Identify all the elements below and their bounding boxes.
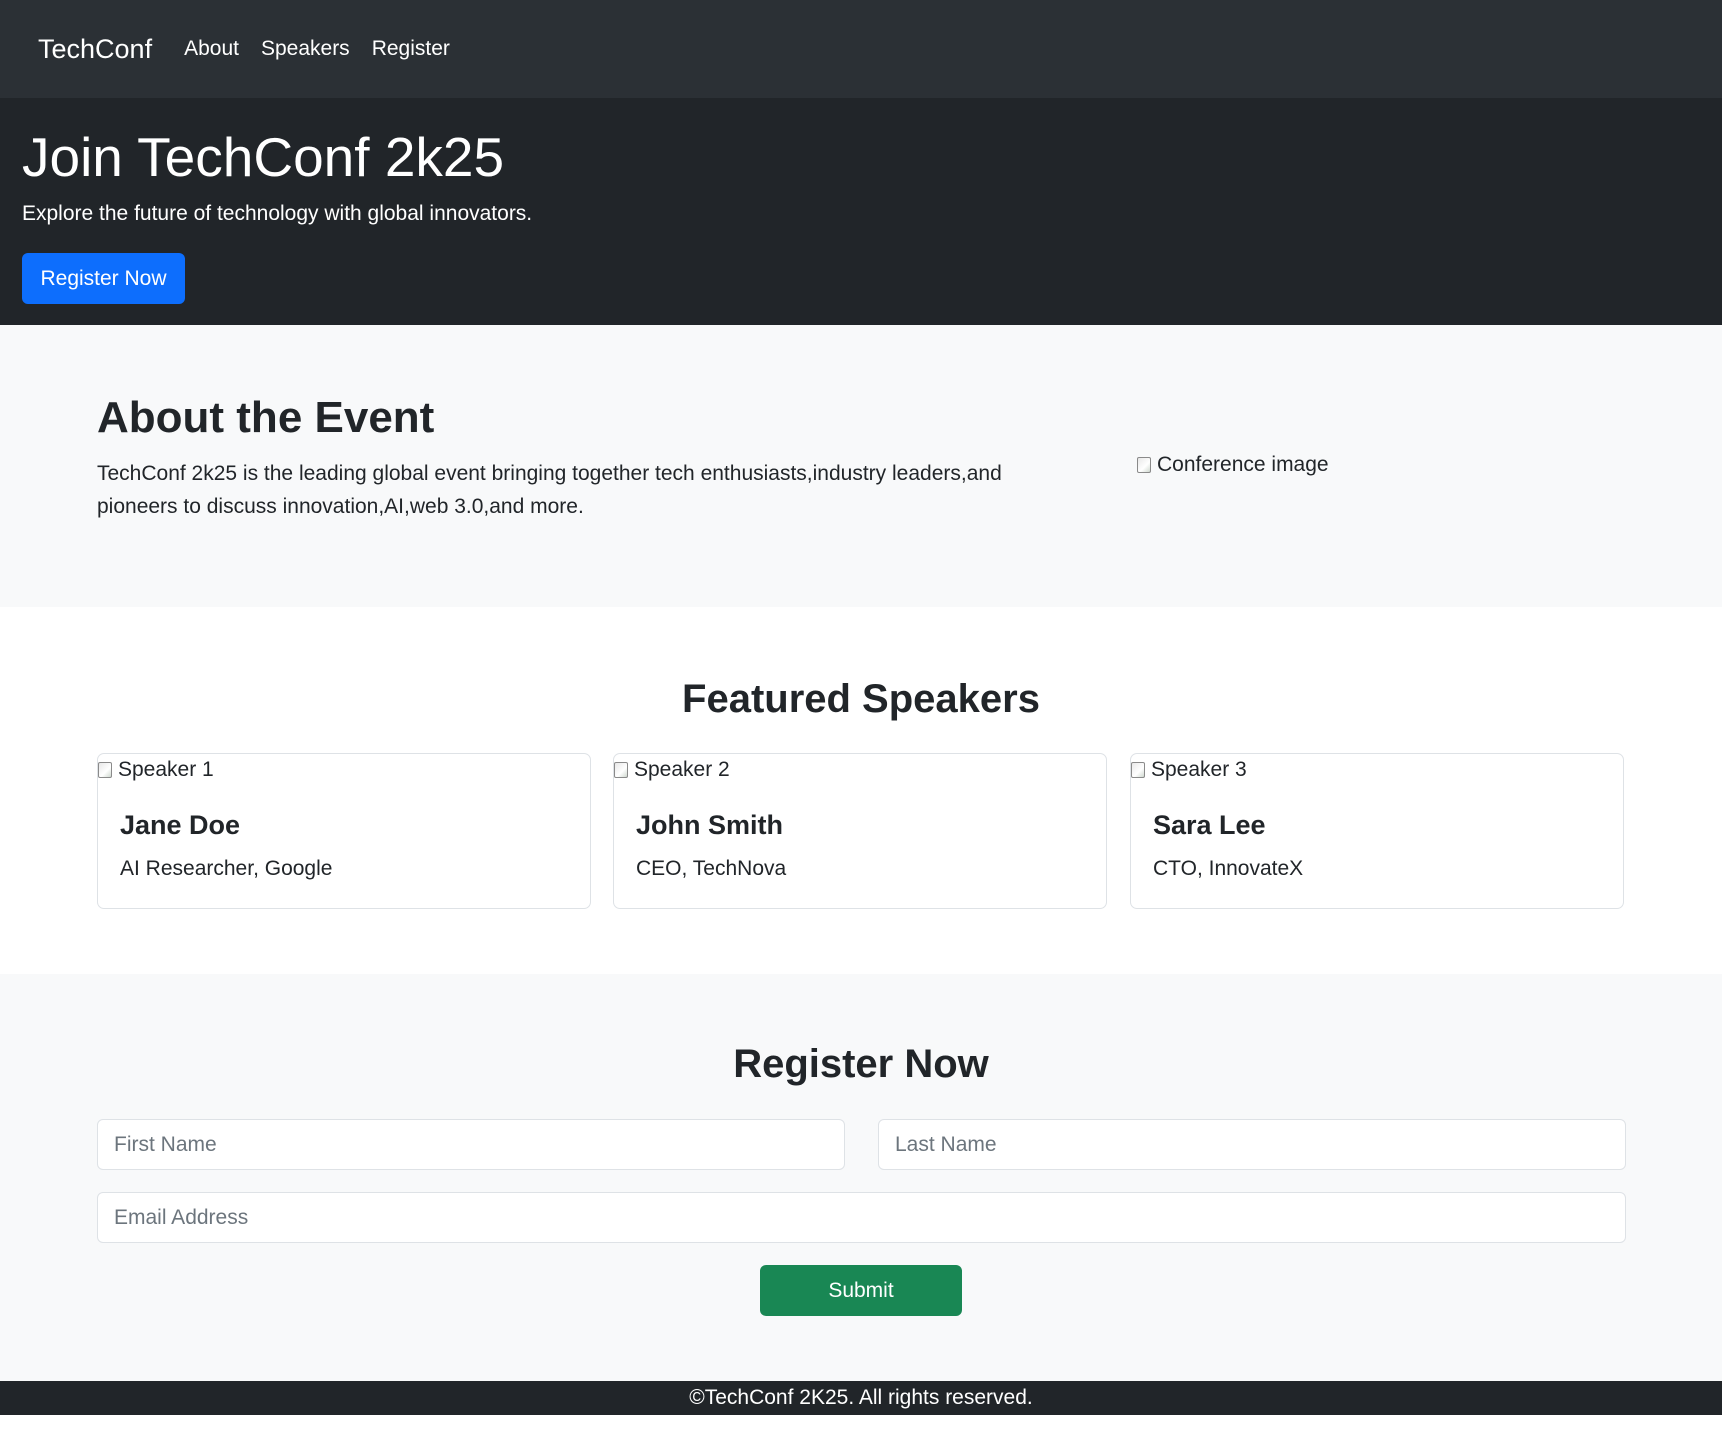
speaker-role: AI Researcher, Google bbox=[120, 857, 333, 880]
hero-register-button[interactable]: Register Now bbox=[22, 253, 185, 304]
first-name-field[interactable] bbox=[97, 1119, 845, 1170]
speaker-image: Speaker 2 bbox=[614, 758, 730, 782]
last-name-field[interactable] bbox=[878, 1119, 1626, 1170]
page-bottom bbox=[0, 1415, 1722, 1436]
nav-link-about[interactable]: About bbox=[184, 37, 239, 61]
speakers-section: Featured Speakers Speaker 1 Jane Doe AI … bbox=[0, 607, 1722, 974]
conference-image: Conference image bbox=[1137, 453, 1329, 477]
register-section: Register Now Submit bbox=[0, 974, 1722, 1381]
speaker-role: CTO, InnovateX bbox=[1153, 857, 1304, 880]
speaker-image-alt: Speaker 2 bbox=[634, 758, 730, 781]
footer: ©TechConf 2K25. All rights reserved. bbox=[0, 1381, 1722, 1415]
broken-image-icon bbox=[1137, 457, 1151, 473]
footer-text: ©TechConf 2K25. All rights reserved. bbox=[689, 1386, 1033, 1409]
speaker-image: Speaker 3 bbox=[1131, 758, 1247, 782]
speaker-name: Sara Lee bbox=[1153, 810, 1266, 840]
hero-subtitle: Explore the future of technology with gl… bbox=[22, 202, 533, 225]
register-title: Register Now bbox=[733, 1042, 989, 1086]
speaker-image-alt: Speaker 1 bbox=[118, 758, 214, 781]
broken-image-icon bbox=[98, 762, 112, 778]
about-text: TechConf 2k25 is the leading global even… bbox=[97, 462, 1002, 518]
navbar: TechConf About Speakers Register bbox=[0, 0, 1722, 98]
broken-image-icon bbox=[1131, 762, 1145, 778]
nav-link-speakers[interactable]: Speakers bbox=[261, 37, 350, 61]
hero-title: Join TechConf 2k25 bbox=[22, 126, 505, 188]
speaker-role: CEO, TechNova bbox=[636, 857, 787, 880]
about-title: About the Event bbox=[97, 393, 435, 442]
speaker-name: Jane Doe bbox=[120, 810, 241, 840]
speaker-card: Speaker 1 Jane Doe AI Researcher, Google bbox=[97, 753, 591, 909]
email-field[interactable] bbox=[97, 1192, 1626, 1243]
nav-link-register[interactable]: Register bbox=[372, 37, 450, 61]
speaker-card: Speaker 2 John Smith CEO, TechNova bbox=[613, 753, 1107, 909]
speaker-image: Speaker 1 bbox=[98, 758, 214, 782]
speaker-image-alt: Speaker 3 bbox=[1151, 758, 1247, 781]
submit-button[interactable]: Submit bbox=[760, 1265, 962, 1316]
speaker-card: Speaker 3 Sara Lee CTO, InnovateX bbox=[1130, 753, 1624, 909]
hero-section: Join TechConf 2k25 Explore the future of… bbox=[0, 98, 1722, 325]
brand-link[interactable]: TechConf bbox=[38, 34, 152, 65]
speaker-name: John Smith bbox=[636, 810, 783, 840]
about-section: About the Event TechConf 2k25 is the lea… bbox=[0, 325, 1722, 607]
conference-image-alt: Conference image bbox=[1157, 453, 1329, 476]
speakers-title: Featured Speakers bbox=[682, 677, 1040, 721]
broken-image-icon bbox=[614, 762, 628, 778]
